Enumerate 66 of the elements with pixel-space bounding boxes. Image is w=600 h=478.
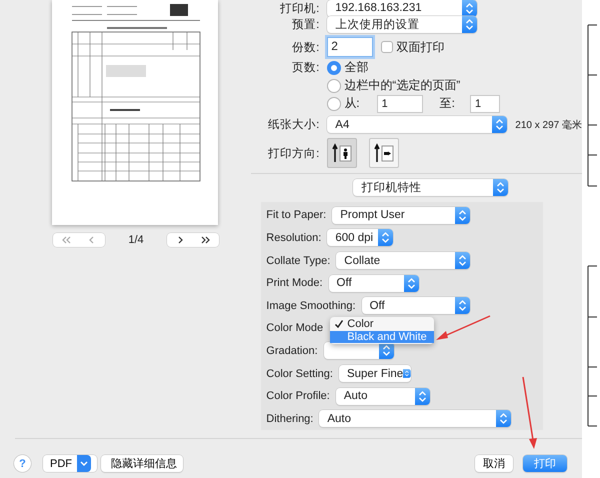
- printer-label: 打印机:: [279, 2, 320, 16]
- page-indicator: 1/4: [128, 234, 144, 246]
- duplex-label: 双面打印: [396, 38, 444, 56]
- arrow: [436, 315, 490, 340]
- stepper-icon: [492, 116, 508, 134]
- popup-button[interactable]: 600 dpi: [327, 229, 394, 246]
- orientation-button[interactable]: [369, 138, 400, 168]
- copies-label: 份数:: [291, 40, 320, 54]
- setting-label: Fit to Paper:: [266, 209, 326, 222]
- presets-popup[interactable]: 上次使用的设置: [327, 16, 478, 33]
- stepper-icon: [404, 274, 419, 292]
- stepper-icon: [493, 179, 508, 196]
- option-label: 边栏中的“选定的页面”: [344, 77, 460, 94]
- radio-button[interactable]: [327, 60, 342, 74]
- setting-label: Gradation:: [266, 344, 318, 357]
- to-label: 至:: [440, 95, 455, 112]
- chevron-double-right-icon: [200, 235, 211, 245]
- setting-label: Collate Type:: [266, 254, 330, 267]
- stepper-icon: [462, 0, 478, 16]
- setting-label: Dithering:: [266, 412, 314, 425]
- setting-label: Resolution:: [266, 232, 322, 244]
- radio-button[interactable]: [327, 96, 342, 110]
- stepper-icon: [455, 206, 470, 224]
- radio-button[interactable]: [327, 78, 342, 92]
- orientation-label: 打印方向:: [267, 146, 320, 161]
- option-label: 全部: [344, 59, 368, 76]
- hide-details-button[interactable]: 隐藏详细信息: [101, 455, 183, 472]
- setting-label: Color Profile:: [266, 390, 330, 402]
- popup-button[interactable]: Auto: [319, 410, 512, 428]
- from-page-field[interactable]: 1: [376, 94, 423, 112]
- popup-button[interactable]: Super Fine: [338, 365, 411, 382]
- printer-popup[interactable]: 192.168.163.231: [327, 0, 478, 16]
- to-page-field[interactable]: 1: [470, 94, 500, 112]
- landscape-orientation-icon: [373, 142, 396, 164]
- section-popup[interactable]: 打印机特性: [353, 179, 508, 196]
- pdf-button[interactable]: PDF: [43, 455, 97, 472]
- cancel-button[interactable]: 取消: [475, 455, 513, 472]
- copies-field[interactable]: 2: [327, 37, 374, 57]
- setting-label: Image Smoothing:: [266, 300, 356, 312]
- popup-button[interactable]: Off: [362, 297, 470, 314]
- paper-size-label: 纸张大小:: [267, 118, 320, 132]
- orientation-button[interactable]: [327, 138, 358, 168]
- paper-dimensions: 210 x 297 毫米: [515, 118, 582, 132]
- presets-label: 预置:: [291, 18, 320, 32]
- chevron-double-left-icon: [61, 235, 71, 245]
- stepper-icon: [378, 229, 394, 246]
- portrait-orientation-icon: [331, 142, 354, 164]
- dropdown-icon: [77, 455, 91, 472]
- stepper-icon: [455, 252, 470, 270]
- popup-button[interactable]: Off: [328, 274, 419, 292]
- popup-button[interactable]: [324, 342, 394, 360]
- setting-label: Color Mode: [266, 322, 324, 334]
- option-label: 从:: [344, 95, 360, 112]
- menu-item[interactable]: Color: [330, 318, 434, 331]
- stepper-icon: [462, 16, 478, 33]
- paper-size-popup[interactable]: A4: [327, 116, 508, 134]
- popup-button[interactable]: Collate: [336, 252, 470, 270]
- setting-label: Print Mode:: [266, 277, 323, 290]
- popup-button[interactable]: Auto: [336, 388, 430, 405]
- setting-label: Color Setting:: [266, 368, 333, 380]
- stepper-icon: [414, 388, 430, 405]
- pages-label: 页数:: [291, 60, 320, 75]
- duplex-checkbox[interactable]: [381, 41, 394, 53]
- stepper-icon: [496, 410, 512, 428]
- popup-button[interactable]: Prompt User: [332, 206, 470, 224]
- stepper-icon: [454, 297, 470, 314]
